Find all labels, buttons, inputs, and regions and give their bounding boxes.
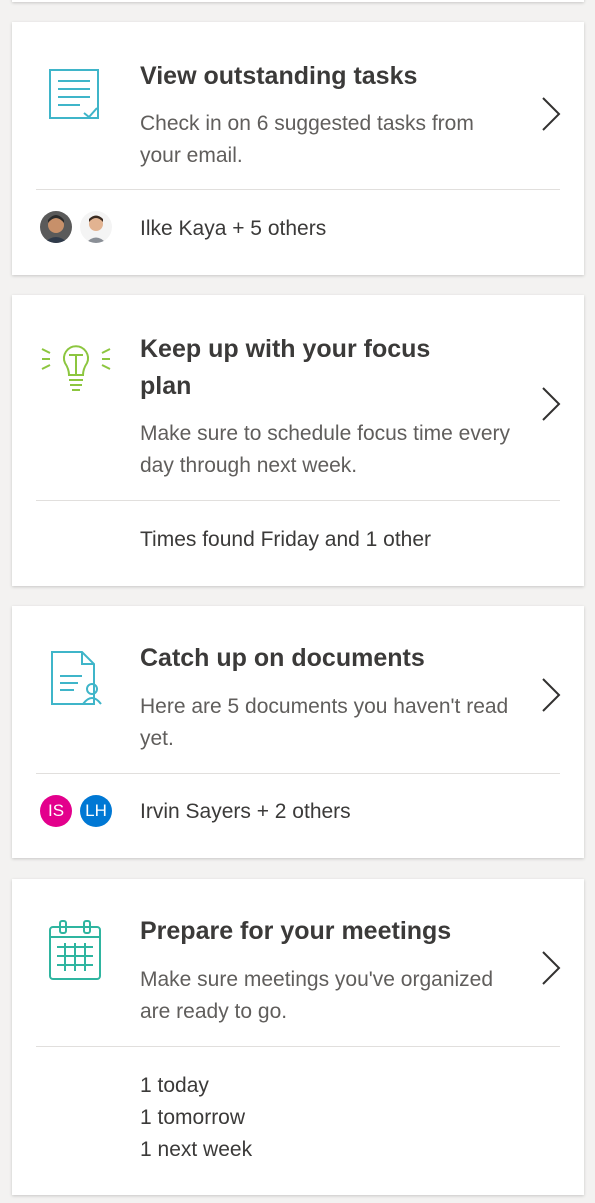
card-description: Make sure to schedule focus time every d… [140,422,511,477]
card-description: Check in on 6 suggested tasks from your … [140,112,474,167]
card-focus-plan[interactable]: Keep up with your focus plan Make sure t… [12,295,584,586]
card-title: View outstanding tasks [140,62,418,90]
card-title: Prepare for your meetings [140,917,452,945]
card-divider [36,773,560,774]
card-footer: Times found Friday and 1 other [140,528,432,551]
avatar [40,211,72,243]
avatar-initials: IS [40,795,72,827]
avatar [80,211,112,243]
card-view-outstanding-tasks[interactable]: View outstanding tasks Check in on 6 sug… [12,22,584,275]
card-footer: Irvin Sayers + 2 others [140,800,351,823]
meeting-counts: 1 today 1 tomorrow 1 next week [140,1070,252,1166]
chevron-right-icon[interactable] [540,950,562,986]
meeting-count-next-week: 1 next week [140,1138,253,1161]
card-divider [36,500,560,501]
card-divider [36,189,560,190]
card-divider [36,1046,560,1047]
shared-document-icon [50,650,106,715]
card-description: Make sure meetings you've organized are … [140,968,494,1023]
avatar-initials: LH [80,795,112,827]
card-title: Keep up with your focus plan [140,335,431,400]
meeting-count-tomorrow: 1 tomorrow [140,1106,246,1129]
previous-card-edge [12,0,584,2]
meeting-count-today: 1 today [140,1074,209,1097]
chevron-right-icon[interactable] [540,96,562,132]
chevron-right-icon[interactable] [540,677,562,713]
card-catch-up-documents[interactable]: Catch up on documents Here are 5 documen… [12,606,584,858]
chevron-right-icon[interactable] [540,386,562,422]
card-title: Catch up on documents [140,644,425,672]
calendar-icon [48,919,104,988]
task-document-icon [48,66,104,127]
card-footer: Ilke Kaya + 5 others [140,217,327,240]
card-description: Here are 5 documents you haven't read ye… [140,695,509,750]
card-prepare-meetings[interactable]: Prepare for your meetings Make sure meet… [12,879,584,1195]
lightbulb-icon [38,335,114,404]
